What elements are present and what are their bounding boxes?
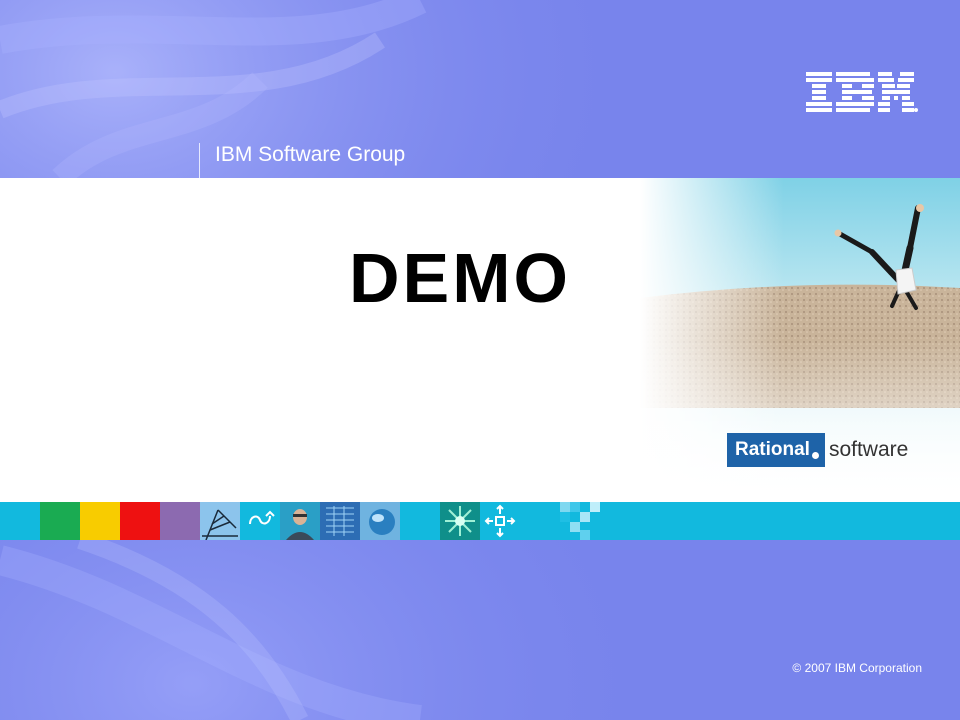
- rational-brand-text: Rational: [735, 439, 810, 460]
- sphere-icon: [360, 502, 400, 540]
- slide: IBM Software Group DEMO Rational softwar…: [0, 0, 960, 720]
- cycle-arrow-icon: [240, 502, 280, 540]
- rational-dot-icon: [811, 451, 819, 459]
- crane-icon: [200, 502, 240, 540]
- content-band: DEMO Rational software: [0, 178, 960, 502]
- rational-software-badge: Rational software: [727, 433, 908, 467]
- tile-cyan: [0, 502, 40, 540]
- software-group-label: IBM Software Group: [215, 143, 406, 166]
- tile-cyan: [840, 502, 880, 540]
- tile-cyan: [400, 502, 440, 540]
- rational-box: Rational: [727, 433, 825, 467]
- tile-cyan: [720, 502, 760, 540]
- software-text: software: [828, 438, 909, 461]
- grid-screen-icon: [320, 502, 360, 540]
- move-arrows-icon: [480, 502, 520, 540]
- footer-copyright: © 2007 IBM Corporation: [792, 661, 922, 675]
- tile-yellow: [80, 502, 120, 540]
- header-divider: [199, 143, 200, 179]
- tile-red: [120, 502, 160, 540]
- tile-cyan: [520, 502, 560, 540]
- slide-title: DEMO: [349, 239, 571, 317]
- tile-cyan: [760, 502, 800, 540]
- tile-cyan: [600, 502, 640, 540]
- tile-purple: [160, 502, 200, 540]
- tile-cyan: [800, 502, 840, 540]
- tile-cyan: [640, 502, 680, 540]
- tile-cyan: [920, 502, 960, 540]
- ibm-logo-icon: [806, 72, 918, 112]
- tile-cyan: [880, 502, 920, 540]
- tile-strip: [0, 502, 960, 540]
- tile-green: [40, 502, 80, 540]
- tile-cyan: [680, 502, 720, 540]
- person-photo-icon: [280, 502, 320, 540]
- starburst-icon: [440, 502, 480, 540]
- pixel-blocks-icon: [560, 502, 600, 540]
